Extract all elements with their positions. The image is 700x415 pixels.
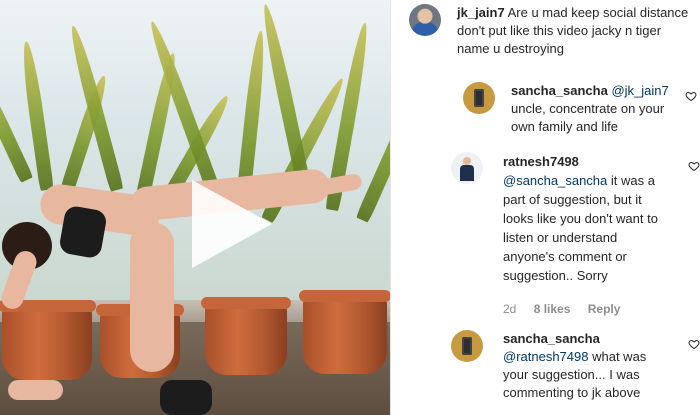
- avatar[interactable]: [409, 4, 441, 36]
- plant-pot: [299, 290, 390, 374]
- comment-mention[interactable]: @sancha_sancha: [503, 173, 607, 188]
- like-count[interactable]: 8 likes: [534, 302, 571, 316]
- avatar[interactable]: [463, 82, 495, 114]
- comment-meta: 2d 8 likes Reply: [503, 302, 634, 316]
- heart-outline-icon[interactable]: [685, 90, 697, 102]
- heart-outline-icon[interactable]: [688, 338, 700, 350]
- comment-body: uncle, concentrate on your own family an…: [511, 101, 665, 134]
- comments-panel: jk_jain7 Are u mad keep social distance …: [390, 0, 700, 415]
- play-icon[interactable]: [192, 180, 272, 268]
- comment-body: it was a part of suggestion, but it look…: [503, 173, 658, 283]
- plant-pot: [201, 297, 291, 375]
- avatar[interactable]: [451, 152, 483, 184]
- comment-username[interactable]: sancha_sancha: [511, 83, 608, 98]
- video-player[interactable]: [0, 0, 390, 415]
- avatar[interactable]: [451, 330, 483, 362]
- comment-username[interactable]: sancha_sancha: [503, 331, 600, 346]
- comment-age: 2d: [503, 302, 517, 316]
- reply-button[interactable]: Reply: [588, 302, 621, 316]
- comment-mention[interactable]: @jk_jain7: [611, 83, 668, 98]
- comment-mention[interactable]: @ratnesh7498: [503, 349, 588, 364]
- comment-username[interactable]: ratnesh7498: [503, 154, 579, 169]
- heart-outline-icon[interactable]: [688, 160, 700, 172]
- comment-username[interactable]: jk_jain7: [457, 5, 505, 20]
- plant-pot: [0, 300, 96, 380]
